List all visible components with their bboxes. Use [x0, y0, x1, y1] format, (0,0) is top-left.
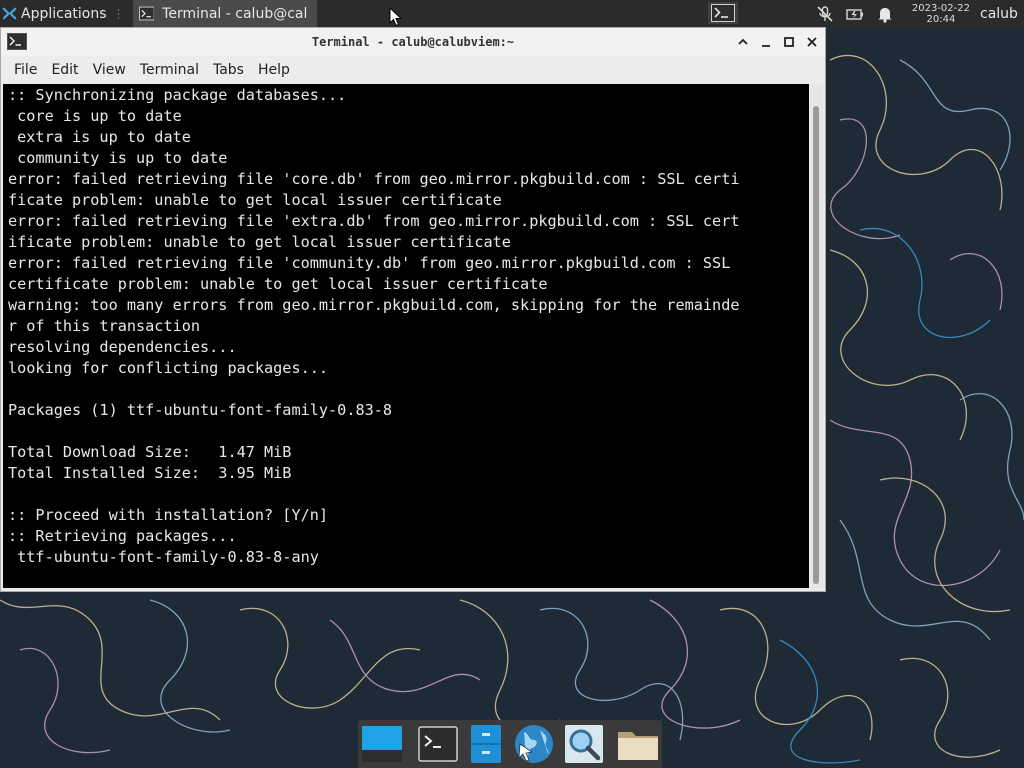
maximize-icon: [784, 37, 794, 47]
minimize-icon: [762, 45, 770, 47]
mouse-cursor-icon: [389, 7, 403, 27]
folder-icon: [618, 732, 658, 760]
dock-web-browser[interactable]: [512, 722, 556, 766]
web-browser-icon: [515, 725, 553, 763]
menu-terminal[interactable]: Terminal: [133, 62, 206, 78]
show-desktop-icon: [362, 726, 402, 762]
terminal-text: :: Synchronizing package databases... co…: [8, 86, 740, 566]
window-title: Terminal - calub@calubviem:~: [311, 35, 515, 49]
applications-label: Applications: [21, 5, 107, 22]
terminal-output[interactable]: :: Synchronizing package databases... co…: [3, 84, 809, 588]
app-finder-icon: [565, 725, 603, 763]
dock-show-desktop[interactable]: [360, 722, 404, 766]
clock[interactable]: 2023-02-22 20:44: [912, 3, 970, 25]
menu-tabs[interactable]: Tabs: [206, 62, 251, 78]
terminal-scrollbar[interactable]: [810, 84, 823, 588]
window-titlebar[interactable]: Terminal - calub@calubviem:~: [1, 28, 825, 56]
system-tray: 2023-02-22 20:44 calub: [810, 0, 1024, 27]
scrollbar-thumb[interactable]: [813, 106, 819, 584]
panel-separator: ⋮: [112, 6, 125, 21]
notification-bell-icon[interactable]: [876, 5, 894, 23]
applications-menu[interactable]: Applications ⋮: [0, 0, 129, 27]
taskbar-terminal-label: Terminal - calub@cal…: [162, 5, 309, 22]
menu-help[interactable]: Help: [251, 62, 297, 78]
shade-button[interactable]: [735, 34, 751, 50]
top-panel: Applications ⋮ Terminal - calub@cal… 202…: [0, 0, 1024, 27]
maximize-button[interactable]: [781, 34, 797, 50]
terminal-icon: [418, 726, 458, 762]
dock-file-manager[interactable]: [464, 722, 508, 766]
menu-edit[interactable]: Edit: [44, 62, 85, 78]
taskbar-terminal-button[interactable]: Terminal - calub@cal…: [132, 0, 317, 27]
xfce-mouse-icon: [2, 7, 17, 20]
dock-terminal[interactable]: [416, 722, 460, 766]
clock-date: 2023-02-22: [911, 2, 970, 14]
terminal-icon: [711, 4, 735, 22]
menu-file[interactable]: File: [1, 62, 44, 78]
file-manager-icon: [471, 725, 501, 763]
dock-app-finder[interactable]: [562, 722, 606, 766]
dock-home-folder[interactable]: [616, 722, 660, 766]
terminal-window: Terminal - calub@calubviem:~ File Edit V…: [0, 27, 826, 592]
close-button[interactable]: [804, 34, 820, 50]
chevron-up-icon: [738, 38, 748, 45]
panel-terminal-launcher[interactable]: [708, 2, 738, 24]
close-icon: [807, 37, 817, 47]
menu-bar: File Edit View Terminal Tabs Help: [1, 56, 825, 83]
battery-icon[interactable]: [846, 5, 864, 23]
user-menu[interactable]: calub: [980, 6, 1024, 22]
dock: [358, 720, 662, 768]
minimize-button[interactable]: [758, 34, 774, 50]
menu-view[interactable]: View: [86, 62, 133, 78]
mic-muted-icon[interactable]: [816, 5, 834, 23]
terminal-icon: [138, 6, 155, 21]
clock-time: 20:44: [926, 13, 956, 25]
